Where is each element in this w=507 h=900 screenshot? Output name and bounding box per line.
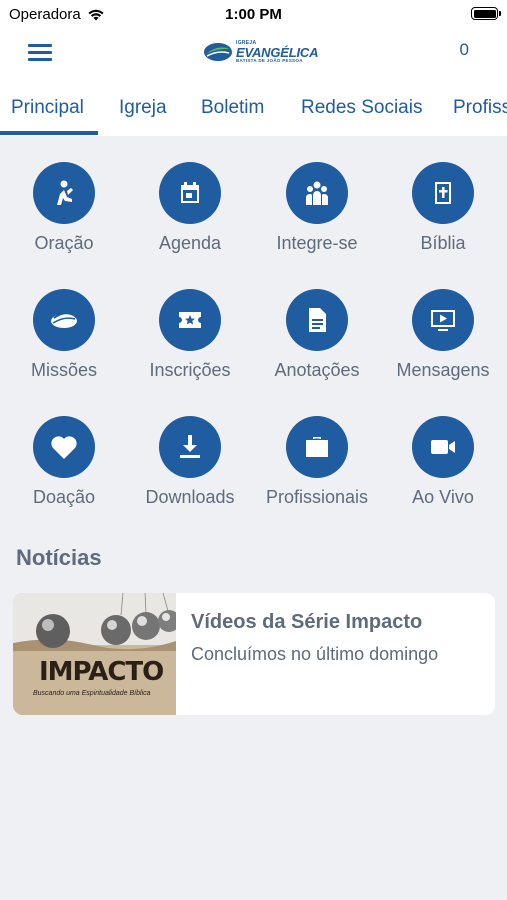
- app-header: IGREJA EVANGÉLICA BATISTA DE JOÃO PESSOA…: [0, 28, 507, 76]
- calendar-icon: [181, 182, 199, 203]
- bible-icon: [435, 182, 451, 204]
- group-icon: [306, 181, 328, 205]
- grid-item-downloads[interactable]: Downloads: [127, 416, 253, 508]
- tab-boletim[interactable]: Boletim: [201, 97, 264, 119]
- grid-label: Integre-se: [276, 233, 358, 253]
- globe-icon: [51, 312, 77, 328]
- hamburger-menu-icon[interactable]: [28, 44, 52, 62]
- grid-label: Oração: [34, 233, 94, 253]
- tab-redes-sociais[interactable]: Redes Sociais: [301, 97, 422, 119]
- grid-label: Missões: [30, 360, 97, 380]
- thumbnail-subtitle: Buscando uma Espiritualidade Bíblica: [33, 690, 151, 697]
- video-camera-icon: [431, 440, 455, 454]
- news-thumbnail: IMPACTO Buscando uma Espiritualidade Bíb…: [13, 593, 176, 715]
- video-play-icon: [431, 310, 455, 331]
- grid-label: Inscrições: [149, 360, 231, 380]
- tab-igreja[interactable]: Igreja: [119, 97, 167, 119]
- tab-principal[interactable]: Principal: [11, 97, 84, 119]
- active-tab-indicator: [0, 131, 98, 135]
- news-excerpt: Concluímos no último domingo: [191, 644, 439, 664]
- grid-item-anotacoes[interactable]: Anotações: [254, 289, 380, 381]
- grid-label: Profissionais: [265, 487, 369, 507]
- tab-bar: Principal Igreja Boletim Redes Sociais P…: [0, 76, 507, 136]
- grid-label: Agenda: [158, 233, 222, 253]
- notification-counter[interactable]: 0: [460, 40, 469, 60]
- grid-label: Mensagens: [396, 360, 490, 380]
- ticket-icon: [179, 312, 201, 328]
- grid-label: Anotações: [274, 360, 360, 380]
- church-logo: IGREJA EVANGÉLICA BATISTA DE JOÃO PESSOA: [203, 38, 318, 66]
- grid-item-biblia[interactable]: Bíblia: [380, 162, 506, 254]
- logo-line-3: BATISTA DE JOÃO PESSOA: [236, 57, 303, 63]
- grid-item-oracao[interactable]: Oração: [1, 162, 127, 254]
- news-card[interactable]: IMPACTO Buscando uma Espiritualidade Bíb…: [13, 593, 495, 715]
- praying-icon: [57, 180, 73, 205]
- clock: 1:00 PM: [225, 6, 282, 23]
- grid-label: Ao Vivo: [412, 487, 474, 507]
- thumbnail-title: IMPACTO: [39, 657, 164, 687]
- grid-item-profissionais[interactable]: Profissionais: [254, 416, 380, 508]
- grid-item-agenda[interactable]: Agenda: [127, 162, 253, 254]
- news-section-title: Notícias: [16, 545, 102, 570]
- logo-globe-icon: [204, 43, 232, 61]
- heart-icon: [51, 436, 77, 459]
- grid-item-doacao[interactable]: Doação: [1, 416, 127, 508]
- news-headline: Vídeos da Série Impacto: [191, 611, 423, 633]
- grid-item-missoes[interactable]: Missões: [1, 289, 127, 381]
- download-icon: [180, 435, 200, 458]
- logo-line-2: EVANGÉLICA: [236, 44, 319, 60]
- grid-item-mensagens[interactable]: Mensagens: [380, 289, 506, 381]
- grid-item-integre-se[interactable]: Integre-se: [254, 162, 380, 254]
- grid-label: Doação: [32, 487, 96, 507]
- grid-label: Bíblia: [420, 233, 466, 253]
- grid-label: Downloads: [145, 487, 235, 507]
- grid-item-ao-vivo[interactable]: Ao Vivo: [380, 416, 506, 508]
- briefcase-icon: [306, 437, 328, 457]
- tab-profissionais[interactable]: Profissionais: [453, 97, 507, 119]
- note-icon: [309, 308, 326, 332]
- status-bar: Operadora 1:00 PM: [0, 0, 507, 28]
- battery-icon: [471, 7, 501, 20]
- grid-item-inscricoes[interactable]: Inscrições: [127, 289, 253, 381]
